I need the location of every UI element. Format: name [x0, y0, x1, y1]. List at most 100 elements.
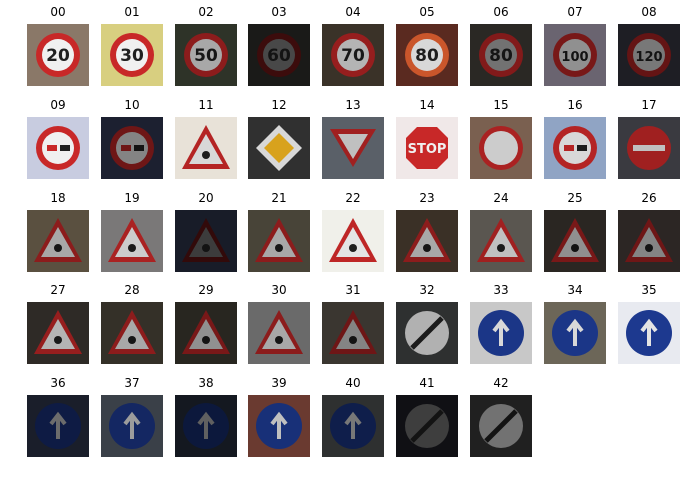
grid-cell-02: 02 50: [175, 4, 237, 88]
cell-label: 38: [198, 376, 214, 390]
grid-cell-36: 36: [27, 375, 89, 459]
grid-cell-33: 33: [470, 282, 532, 366]
grid-cell-25: 25: [544, 190, 606, 274]
traffic-sign-icon: [544, 117, 606, 179]
traffic-sign-image: [470, 117, 532, 179]
traffic-sign-image: STOP: [396, 117, 458, 179]
traffic-sign-image: 120: [618, 24, 680, 86]
traffic-sign-image: 20: [27, 24, 89, 86]
traffic-sign-image: [175, 395, 237, 457]
svg-text:50: 50: [194, 46, 218, 66]
grid-cell-11: 11: [175, 97, 237, 181]
traffic-sign-image: [27, 395, 89, 457]
cell-label: 02: [198, 5, 214, 19]
traffic-sign-icon: 80: [396, 24, 458, 86]
cell-label: 10: [124, 98, 140, 112]
cell-label: 20: [198, 191, 214, 205]
traffic-sign-image: [470, 302, 532, 364]
traffic-sign-image: 80: [470, 24, 532, 86]
traffic-sign-image: [101, 395, 163, 457]
traffic-sign-image: 50: [175, 24, 237, 86]
traffic-sign-icon: [544, 302, 606, 364]
grid-cell-14: 14 STOP: [396, 97, 458, 181]
grid-cell-05: 05 80: [396, 4, 458, 88]
grid-cell-23: 23: [396, 190, 458, 274]
cell-label: 42: [493, 376, 509, 390]
svg-text:100: 100: [561, 50, 588, 65]
cell-label: 36: [50, 376, 66, 390]
traffic-sign-icon: [175, 302, 237, 364]
cell-label: 23: [419, 191, 435, 205]
traffic-sign-image: [322, 395, 384, 457]
cell-label: 41: [419, 376, 435, 390]
grid-cell-01: 01 30: [101, 4, 163, 88]
traffic-sign-icon: [175, 117, 237, 179]
grid-cell-19: 19: [101, 190, 163, 274]
traffic-sign-image: [618, 210, 680, 272]
traffic-sign-image: [248, 210, 310, 272]
cell-label: 07: [567, 5, 583, 19]
svg-text:80: 80: [489, 46, 513, 66]
traffic-sign-image: [396, 395, 458, 457]
cell-label: 22: [345, 191, 361, 205]
grid-cell-03: 03 60: [248, 4, 310, 88]
cell-label: 17: [641, 98, 657, 112]
traffic-sign-icon: [396, 395, 458, 457]
traffic-sign-icon: [27, 210, 89, 272]
traffic-sign-icon: [248, 395, 310, 457]
svg-text:120: 120: [635, 50, 662, 65]
traffic-sign-icon: 50: [175, 24, 237, 86]
cell-label: 11: [198, 98, 214, 112]
grid-cell-29: 29: [175, 282, 237, 366]
cell-label: 19: [124, 191, 140, 205]
cell-label: 34: [567, 283, 583, 297]
cell-label: 04: [345, 5, 361, 19]
svg-text:70: 70: [341, 46, 365, 66]
grid-cell-06: 06 80: [470, 4, 532, 88]
traffic-sign-icon: 60: [248, 24, 310, 86]
traffic-sign-image: [27, 210, 89, 272]
grid-cell-42: 42: [470, 375, 532, 459]
traffic-sign-icon: 100: [544, 24, 606, 86]
traffic-sign-image: [175, 117, 237, 179]
grid-cell-41: 41: [396, 375, 458, 459]
traffic-sign-icon: 80: [470, 24, 532, 86]
figure: { "grid": { "labels": ["00","01","02","0…: [0, 0, 694, 488]
cell-label: 03: [271, 5, 287, 19]
traffic-sign-image: [396, 210, 458, 272]
grid-cell-26: 26: [618, 190, 680, 274]
traffic-sign-icon: [618, 302, 680, 364]
cell-label: 24: [493, 191, 509, 205]
cell-label: 32: [419, 283, 435, 297]
traffic-sign-icon: [470, 302, 532, 364]
traffic-sign-image: [101, 117, 163, 179]
cell-label: 01: [124, 5, 140, 19]
traffic-sign-icon: [175, 395, 237, 457]
grid-cell-21: 21: [248, 190, 310, 274]
traffic-sign-icon: [27, 302, 89, 364]
cell-label: 39: [271, 376, 287, 390]
grid-cell-13: 13: [322, 97, 384, 181]
cell-label: 18: [50, 191, 66, 205]
traffic-sign-icon: [248, 302, 310, 364]
cell-label: 33: [493, 283, 509, 297]
grid-cell-20: 20: [175, 190, 237, 274]
grid-cell-10: 10: [101, 97, 163, 181]
traffic-sign-icon: [618, 210, 680, 272]
traffic-sign-icon: 20: [27, 24, 89, 86]
traffic-sign-icon: [27, 395, 89, 457]
cell-label: 26: [641, 191, 657, 205]
traffic-sign-icon: [322, 302, 384, 364]
traffic-sign-image: [248, 395, 310, 457]
traffic-sign-image: [248, 117, 310, 179]
grid-cell-00: 00 20: [27, 4, 89, 88]
traffic-sign-icon: 70: [322, 24, 384, 86]
cell-label: 16: [567, 98, 583, 112]
grid-cell-28: 28: [101, 282, 163, 366]
traffic-sign-image: [175, 210, 237, 272]
traffic-sign-image: 100: [544, 24, 606, 86]
grid-cell-15: 15: [470, 97, 532, 181]
grid-cell-35: 35: [618, 282, 680, 366]
traffic-sign-icon: [101, 395, 163, 457]
traffic-sign-icon: [322, 117, 384, 179]
